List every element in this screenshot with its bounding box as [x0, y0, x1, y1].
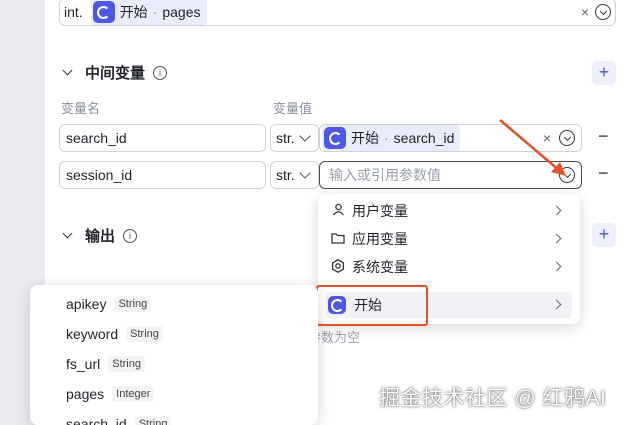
annotation-arrow	[499, 119, 566, 176]
watermark: 掘金技术社区 @ 红鸦AI	[379, 387, 607, 410]
